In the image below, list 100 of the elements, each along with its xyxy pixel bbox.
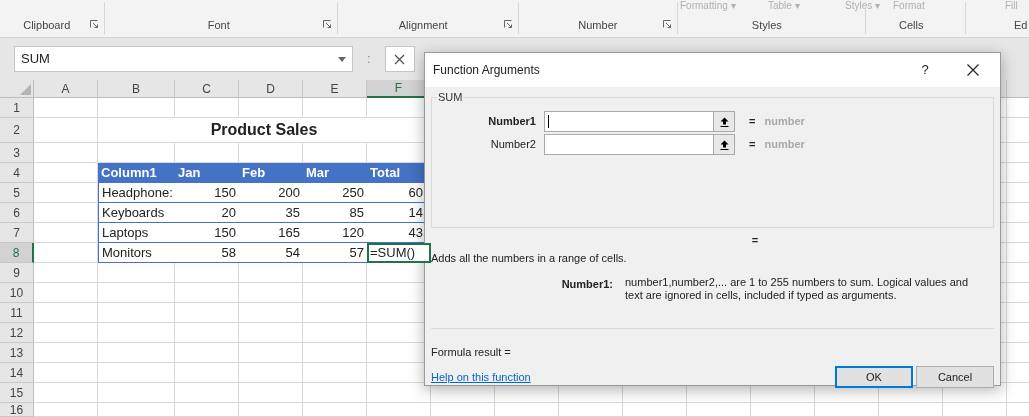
empty-cell[interactable] bbox=[239, 323, 303, 343]
empty-cell[interactable] bbox=[98, 383, 175, 403]
formula-result: Formula result = bbox=[431, 344, 511, 360]
row-header[interactable]: 7 bbox=[0, 223, 34, 243]
row-header[interactable]: 1 bbox=[0, 98, 34, 118]
table-header-cell: Feb bbox=[239, 163, 303, 183]
table-cell: Monitors bbox=[98, 243, 175, 263]
row-header[interactable]: 13 bbox=[0, 343, 34, 363]
group-label: Alignment bbox=[398, 18, 448, 33]
collapse-button[interactable] bbox=[713, 135, 734, 154]
empty-cell[interactable] bbox=[175, 403, 239, 417]
table-cell: Headphone: bbox=[98, 183, 175, 203]
dialog-title: Function Arguments bbox=[433, 62, 541, 79]
equals-sign: = bbox=[749, 137, 756, 153]
empty-cell[interactable] bbox=[175, 383, 239, 403]
active-cell[interactable]: =SUM() bbox=[367, 243, 431, 263]
group-label: Cells bbox=[899, 18, 924, 33]
empty-cell[interactable] bbox=[98, 403, 175, 417]
empty-cell[interactable] bbox=[239, 363, 303, 383]
row-header[interactable]: 4 bbox=[0, 163, 34, 183]
group-label: Styles bbox=[751, 18, 782, 33]
row-header[interactable]: 8 bbox=[0, 243, 34, 263]
table-header-cell: Jan bbox=[175, 163, 239, 183]
dialog-launcher-icon[interactable] bbox=[323, 20, 331, 28]
argument-help-text: number1,number2,... are 1 to 255 numbers to sum. Logical values and text are ignored in cells, included if typed as arguments. bbox=[625, 276, 970, 303]
argument-field[interactable] bbox=[544, 134, 735, 155]
empty-cell[interactable] bbox=[98, 363, 175, 383]
row-header[interactable]: 2 bbox=[0, 118, 34, 143]
group-label: Ed bbox=[1014, 18, 1028, 33]
column-header[interactable]: D bbox=[239, 80, 303, 98]
equals-sign: = bbox=[751, 232, 759, 248]
empty-cell[interactable] bbox=[623, 403, 687, 417]
empty-cell[interactable] bbox=[175, 323, 239, 343]
separator: : bbox=[367, 50, 371, 69]
argument-label: Number2 bbox=[489, 137, 537, 153]
column-header[interactable]: E bbox=[303, 80, 367, 98]
row-header[interactable]: 12 bbox=[0, 323, 34, 343]
empty-cell[interactable] bbox=[687, 403, 751, 417]
table-header-cell: Column1 bbox=[98, 163, 175, 183]
column-header[interactable]: B bbox=[98, 80, 175, 98]
empty-cell[interactable] bbox=[303, 323, 367, 343]
argument-label: Number1 bbox=[487, 114, 537, 130]
up-arrow-icon bbox=[719, 116, 729, 127]
empty-cell[interactable] bbox=[815, 403, 879, 417]
help-link[interactable]: Help on this function bbox=[431, 368, 832, 386]
help-button[interactable]: ? bbox=[912, 57, 938, 83]
name-box[interactable]: SUM bbox=[14, 46, 353, 72]
dialog-launcher-icon[interactable] bbox=[504, 20, 512, 28]
cancel-button[interactable] bbox=[384, 46, 415, 72]
group-label: Clipboard bbox=[23, 18, 71, 33]
dialog-launcher-icon[interactable] bbox=[663, 20, 671, 28]
empty-cell[interactable] bbox=[751, 403, 815, 417]
empty-cell[interactable] bbox=[175, 283, 239, 303]
close-icon bbox=[967, 64, 979, 76]
empty-cell[interactable] bbox=[303, 403, 367, 417]
column-header[interactable]: A bbox=[34, 80, 98, 98]
row-header[interactable]: 9 bbox=[0, 263, 34, 283]
row-header[interactable]: 11 bbox=[0, 303, 34, 323]
empty-cell[interactable] bbox=[98, 283, 175, 303]
empty-cell[interactable] bbox=[431, 403, 495, 417]
empty-cell[interactable] bbox=[175, 343, 239, 363]
empty-cell[interactable] bbox=[303, 383, 367, 403]
row-header[interactable]: 15 bbox=[0, 383, 34, 403]
empty-cell[interactable] bbox=[367, 403, 431, 417]
collapse-button[interactable] bbox=[713, 112, 734, 131]
empty-cell[interactable] bbox=[943, 403, 1007, 417]
dialog-launcher-icon[interactable] bbox=[90, 20, 98, 28]
empty-cell[interactable] bbox=[879, 403, 943, 417]
row-header[interactable]: 16 bbox=[0, 403, 34, 417]
empty-cell[interactable] bbox=[495, 403, 559, 417]
empty-cell[interactable] bbox=[239, 283, 303, 303]
equals-sign: = bbox=[749, 114, 756, 130]
dialog-button[interactable]: OK bbox=[835, 366, 913, 388]
close-icon bbox=[394, 53, 406, 65]
row-header[interactable]: 14 bbox=[0, 363, 34, 383]
empty-cell[interactable] bbox=[239, 383, 303, 403]
empty-cell[interactable] bbox=[98, 323, 175, 343]
empty-cell[interactable] bbox=[303, 303, 367, 323]
row-header[interactable]: 6 bbox=[0, 203, 34, 223]
row-header[interactable]: 10 bbox=[0, 283, 34, 303]
row-header[interactable]: 3 bbox=[0, 143, 34, 163]
empty-cell[interactable] bbox=[303, 283, 367, 303]
empty-cell[interactable] bbox=[303, 363, 367, 383]
empty-cell[interactable] bbox=[175, 363, 239, 383]
select-all-icon[interactable] bbox=[20, 84, 31, 95]
empty-cell[interactable] bbox=[239, 403, 303, 417]
empty-cell[interactable] bbox=[239, 303, 303, 323]
caret-icon bbox=[338, 56, 346, 62]
dialog-button[interactable]: Cancel bbox=[916, 366, 994, 388]
empty-cell[interactable] bbox=[98, 343, 175, 363]
group-label: Font bbox=[207, 18, 230, 33]
empty-cell[interactable] bbox=[98, 303, 175, 323]
column-header[interactable]: C bbox=[175, 80, 239, 98]
argument-field[interactable] bbox=[544, 111, 735, 132]
empty-cell[interactable] bbox=[175, 303, 239, 323]
function-description: Adds all the numbers in a range of cells. bbox=[431, 250, 627, 266]
row-header[interactable]: 5 bbox=[0, 183, 34, 203]
empty-cell[interactable] bbox=[303, 343, 367, 363]
empty-cell[interactable] bbox=[559, 403, 623, 417]
empty-cell[interactable] bbox=[239, 343, 303, 363]
